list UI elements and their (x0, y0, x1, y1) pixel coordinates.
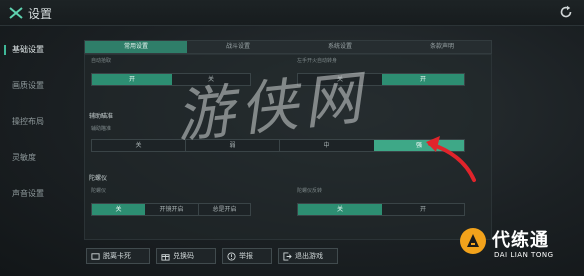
gyro-always-option[interactable]: 总是开启 (199, 204, 250, 215)
gyro-scope-option[interactable]: 开镜开启 (145, 204, 198, 215)
exit-game-button[interactable]: 退出游戏 (278, 248, 338, 264)
sidebar: 基础设置 画质设置 操控布局 灵敏度 声音设置 (0, 26, 78, 276)
card-icon (91, 253, 100, 260)
brand-emblem-icon (460, 228, 486, 254)
sidebar-item-sensitivity[interactable]: 灵敏度 (8, 148, 74, 168)
redeem-code-button[interactable]: 兑换码 (156, 248, 216, 264)
unstuck-button[interactable]: 脱离卡死 (86, 248, 150, 264)
gyro-invert-off-option[interactable]: 关 (298, 204, 382, 215)
auto-pickup-label: 自动拾取 (91, 58, 112, 64)
tab-terms[interactable]: 条款声明 (391, 41, 493, 53)
auto-turn-on-option[interactable]: 开 (382, 74, 464, 85)
top-bar: 设置 (0, 0, 584, 26)
unstuck-button-label: 脱离卡死 (103, 252, 131, 260)
sidebar-item-graphics[interactable]: 画质设置 (8, 76, 74, 96)
aim-assist-label: 辅助瞄准 (91, 126, 112, 132)
gyro-mode-selector: 关 开镜开启 总是开启 (91, 203, 251, 216)
gyro-off-option[interactable]: 关 (92, 204, 145, 215)
gyro-label: 陀螺仪 (91, 188, 107, 194)
gyro-invert-toggle: 关 开 (297, 203, 465, 216)
report-icon (227, 252, 236, 261)
tab-combat[interactable]: 战斗设置 (187, 41, 289, 53)
auto-pickup-on-option[interactable]: 开 (92, 74, 172, 85)
gyro-invert-label: 陀螺仪反转 (297, 188, 323, 194)
game-logo-icon (9, 7, 23, 19)
tab-system[interactable]: 系统设置 (289, 41, 391, 53)
aim-assist-section-title: 辅助瞄准 (89, 113, 114, 120)
sidebar-item-sound[interactable]: 声音设置 (8, 184, 74, 204)
brand-logo: 代练通 DAI LIAN TONG (456, 222, 580, 270)
redeem-code-button-label: 兑换码 (173, 252, 194, 260)
tab-common[interactable]: 常用设置 (85, 41, 187, 53)
settings-screen: 设置 基础设置 画质设置 操控布局 灵敏度 声音设置 常用设置 战斗设置 系统设… (0, 0, 584, 276)
gift-icon (161, 254, 170, 261)
sidebar-item-controls[interactable]: 操控布局 (8, 112, 74, 132)
settings-tabs: 常用设置 战斗设置 系统设置 条款声明 (84, 40, 492, 54)
red-arrow-icon (426, 136, 476, 182)
brand-subtitle: DAI LIAN TONG (494, 251, 554, 259)
brand-name: 代练通 (492, 230, 549, 251)
exit-icon (283, 252, 292, 261)
gyro-invert-on-option[interactable]: 开 (382, 204, 464, 215)
sidebar-item-basic[interactable]: 基础设置 (4, 40, 74, 60)
report-button[interactable]: 举报 (222, 248, 272, 264)
reset-icon[interactable] (558, 4, 574, 20)
report-button-label: 举报 (239, 252, 253, 260)
exit-game-button-label: 退出游戏 (295, 252, 323, 260)
page-title: 设置 (28, 7, 53, 21)
aim-assist-off-option[interactable]: 关 (92, 140, 185, 151)
gyro-section-title: 陀螺仪 (89, 175, 108, 182)
